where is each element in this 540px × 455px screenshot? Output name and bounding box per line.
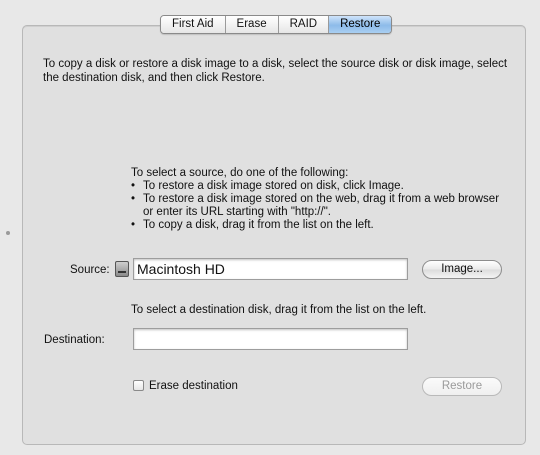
erase-destination-label[interactable]: Erase destination bbox=[149, 379, 238, 393]
destination-label: Destination: bbox=[44, 334, 105, 346]
source-instructions: To select a source, do one of the follow… bbox=[131, 167, 511, 232]
source-field[interactable]: Macintosh HD bbox=[133, 258, 408, 280]
destination-hint: To select a destination disk, drag it fr… bbox=[131, 304, 427, 316]
tab-first-aid[interactable]: First Aid bbox=[161, 16, 226, 33]
erase-destination-checkbox[interactable] bbox=[133, 380, 144, 391]
intro-text: To copy a disk or restore a disk image t… bbox=[43, 58, 508, 84]
tab-bar: First Aid Erase RAID Restore bbox=[160, 15, 393, 34]
instruction-item: To restore a disk image stored on the we… bbox=[131, 193, 511, 219]
hard-disk-icon bbox=[115, 261, 129, 277]
split-view-handle[interactable] bbox=[6, 231, 10, 235]
restore-button[interactable]: Restore bbox=[422, 377, 502, 396]
source-label: Source: bbox=[70, 264, 110, 276]
tab-restore[interactable]: Restore bbox=[329, 16, 392, 33]
destination-field[interactable] bbox=[133, 328, 408, 350]
instructions-heading: To select a source, do one of the follow… bbox=[131, 167, 349, 179]
tab-raid[interactable]: RAID bbox=[278, 16, 330, 33]
instruction-item: To restore a disk image stored on disk, … bbox=[131, 180, 511, 193]
instruction-item: To copy a disk, drag it from the list on… bbox=[131, 219, 511, 232]
instructions-list: To restore a disk image stored on disk, … bbox=[131, 180, 511, 232]
tab-erase[interactable]: Erase bbox=[225, 16, 279, 33]
image-button[interactable]: Image... bbox=[422, 260, 502, 279]
